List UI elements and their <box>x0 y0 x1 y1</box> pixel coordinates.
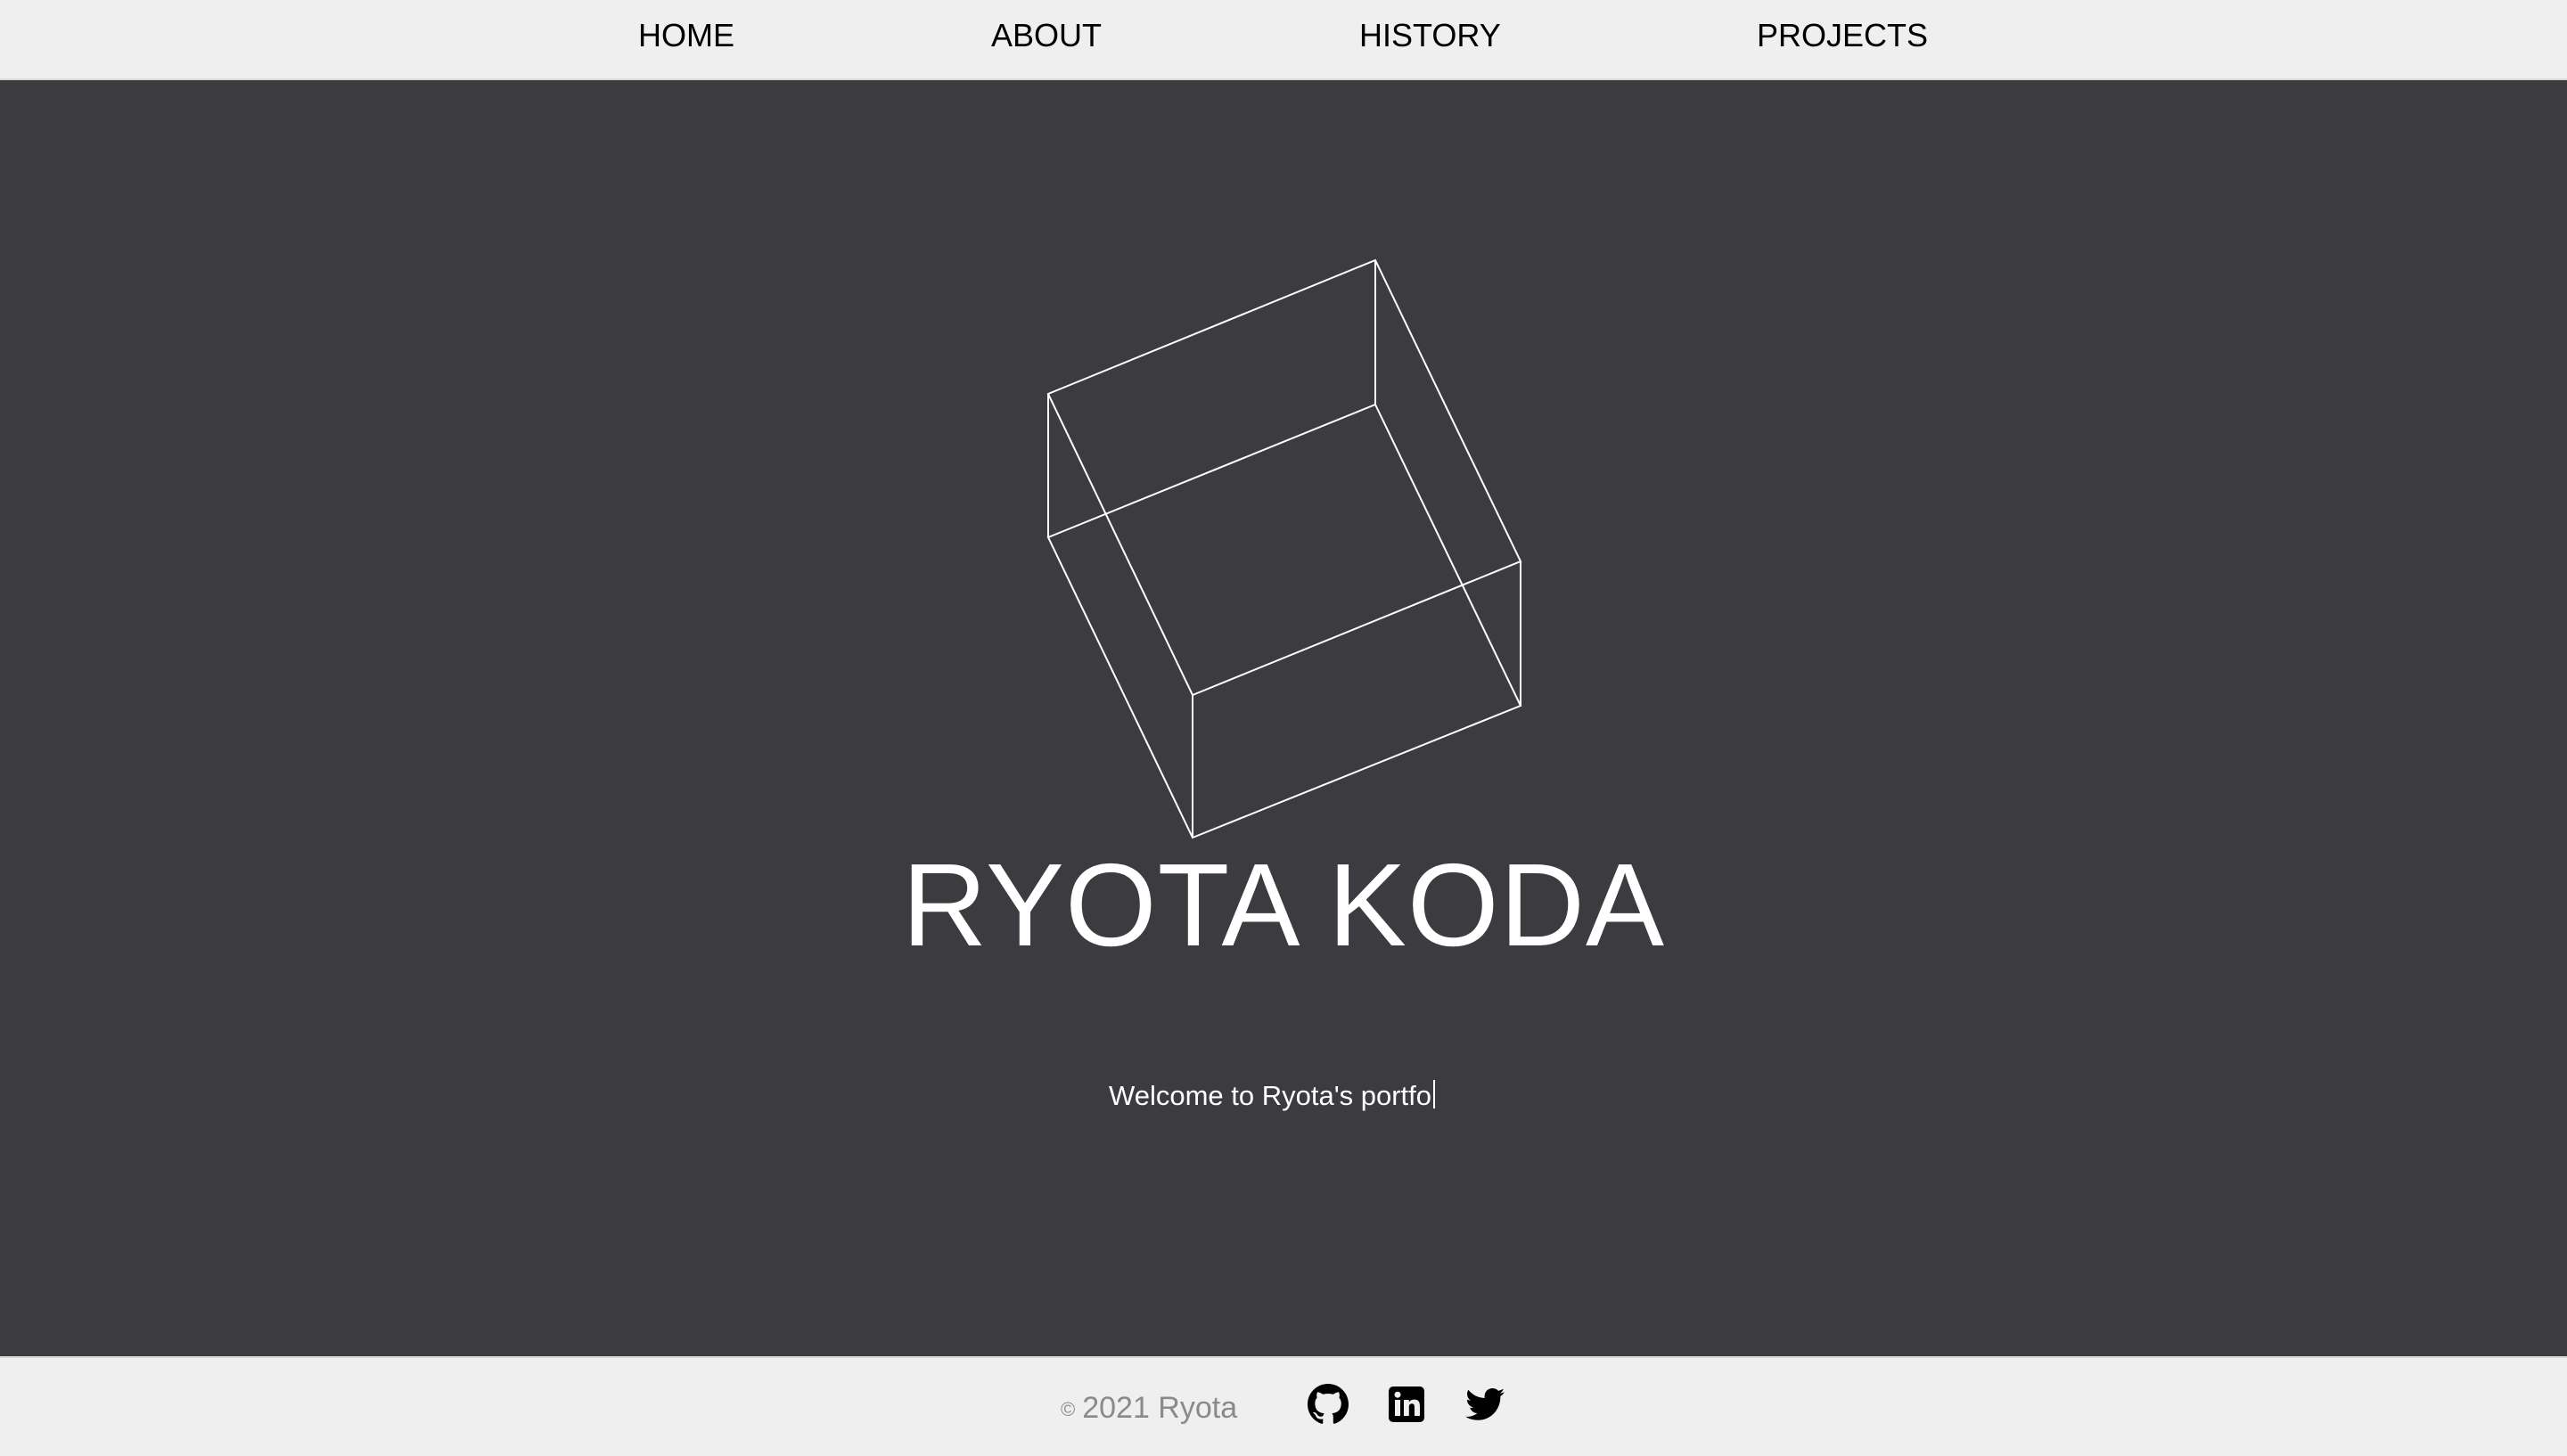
wireframe-cube-graphic <box>1046 258 1522 839</box>
nav-link-about[interactable]: ABOUT <box>991 0 1102 71</box>
linkedin-icon <box>1389 1386 1424 1422</box>
hero-subtitle-text: Welcome to Ryota's portfo <box>1109 1080 1431 1111</box>
cube-bottom-face <box>1046 403 1522 839</box>
copyright-text: 2021 Ryota <box>1082 1391 1238 1425</box>
copyright: © 2021 Ryota <box>1061 1385 1237 1431</box>
footer: © 2021 Ryota <box>0 1356 2567 1456</box>
cube-top-face <box>1046 258 1522 697</box>
hero-typing-subtitle: Welcome to Ryota's portfo <box>1109 1080 1435 1109</box>
hero-title: RYOTA KODA <box>901 839 1665 970</box>
cube-edges <box>1046 258 1522 839</box>
linkedin-link[interactable] <box>1385 1383 1428 1426</box>
page: HOME ABOUT HISTORY PROJECTS RYOTA KODA W… <box>0 0 2567 1456</box>
hero-section: RYOTA KODA Welcome to Ryota's portfo <box>0 80 2567 1356</box>
github-icon <box>1308 1384 1349 1424</box>
github-link[interactable] <box>1307 1383 1349 1426</box>
top-navbar: HOME ABOUT HISTORY PROJECTS <box>0 0 2567 80</box>
typing-cursor <box>1433 1080 1435 1108</box>
nav-link-projects[interactable]: PROJECTS <box>1757 0 1928 71</box>
nav-link-history[interactable]: HISTORY <box>1359 0 1501 71</box>
twitter-icon <box>1465 1387 1505 1420</box>
copyright-symbol: © <box>1061 1398 1076 1420</box>
nav-link-home[interactable]: HOME <box>638 0 734 71</box>
twitter-link[interactable] <box>1464 1383 1506 1426</box>
